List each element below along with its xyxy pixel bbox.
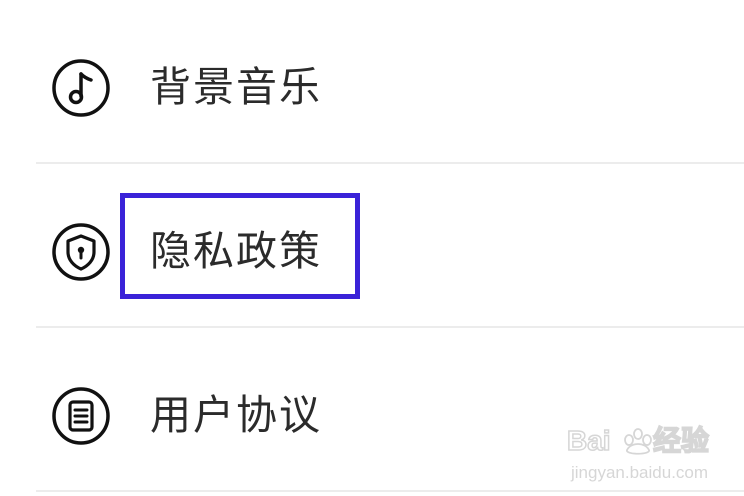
music-note-icon [50,57,112,119]
menu-item-label: 背景音乐 [150,63,322,111]
svg-text:经验: 经验 [653,424,709,456]
baidu-jingyan-watermark-icon: Bai 经验 jingyan.baidu.com [565,420,735,486]
menu-item-privacy-policy[interactable]: 隐私政策 [0,164,744,328]
document-icon [50,385,112,447]
settings-screen: 背景音乐 隐私政策 用户协议 Bai 经验 jingyan.baidu.com [0,0,744,496]
menu-item-background-music[interactable]: 背景音乐 [0,0,744,164]
svg-text:Bai: Bai [567,425,611,456]
divider [36,490,744,492]
menu-item-label: 隐私政策 [150,227,322,275]
menu-item-label: 用户协议 [150,391,322,439]
shield-lock-icon [50,221,112,283]
svg-text:jingyan.baidu.com: jingyan.baidu.com [570,463,708,482]
